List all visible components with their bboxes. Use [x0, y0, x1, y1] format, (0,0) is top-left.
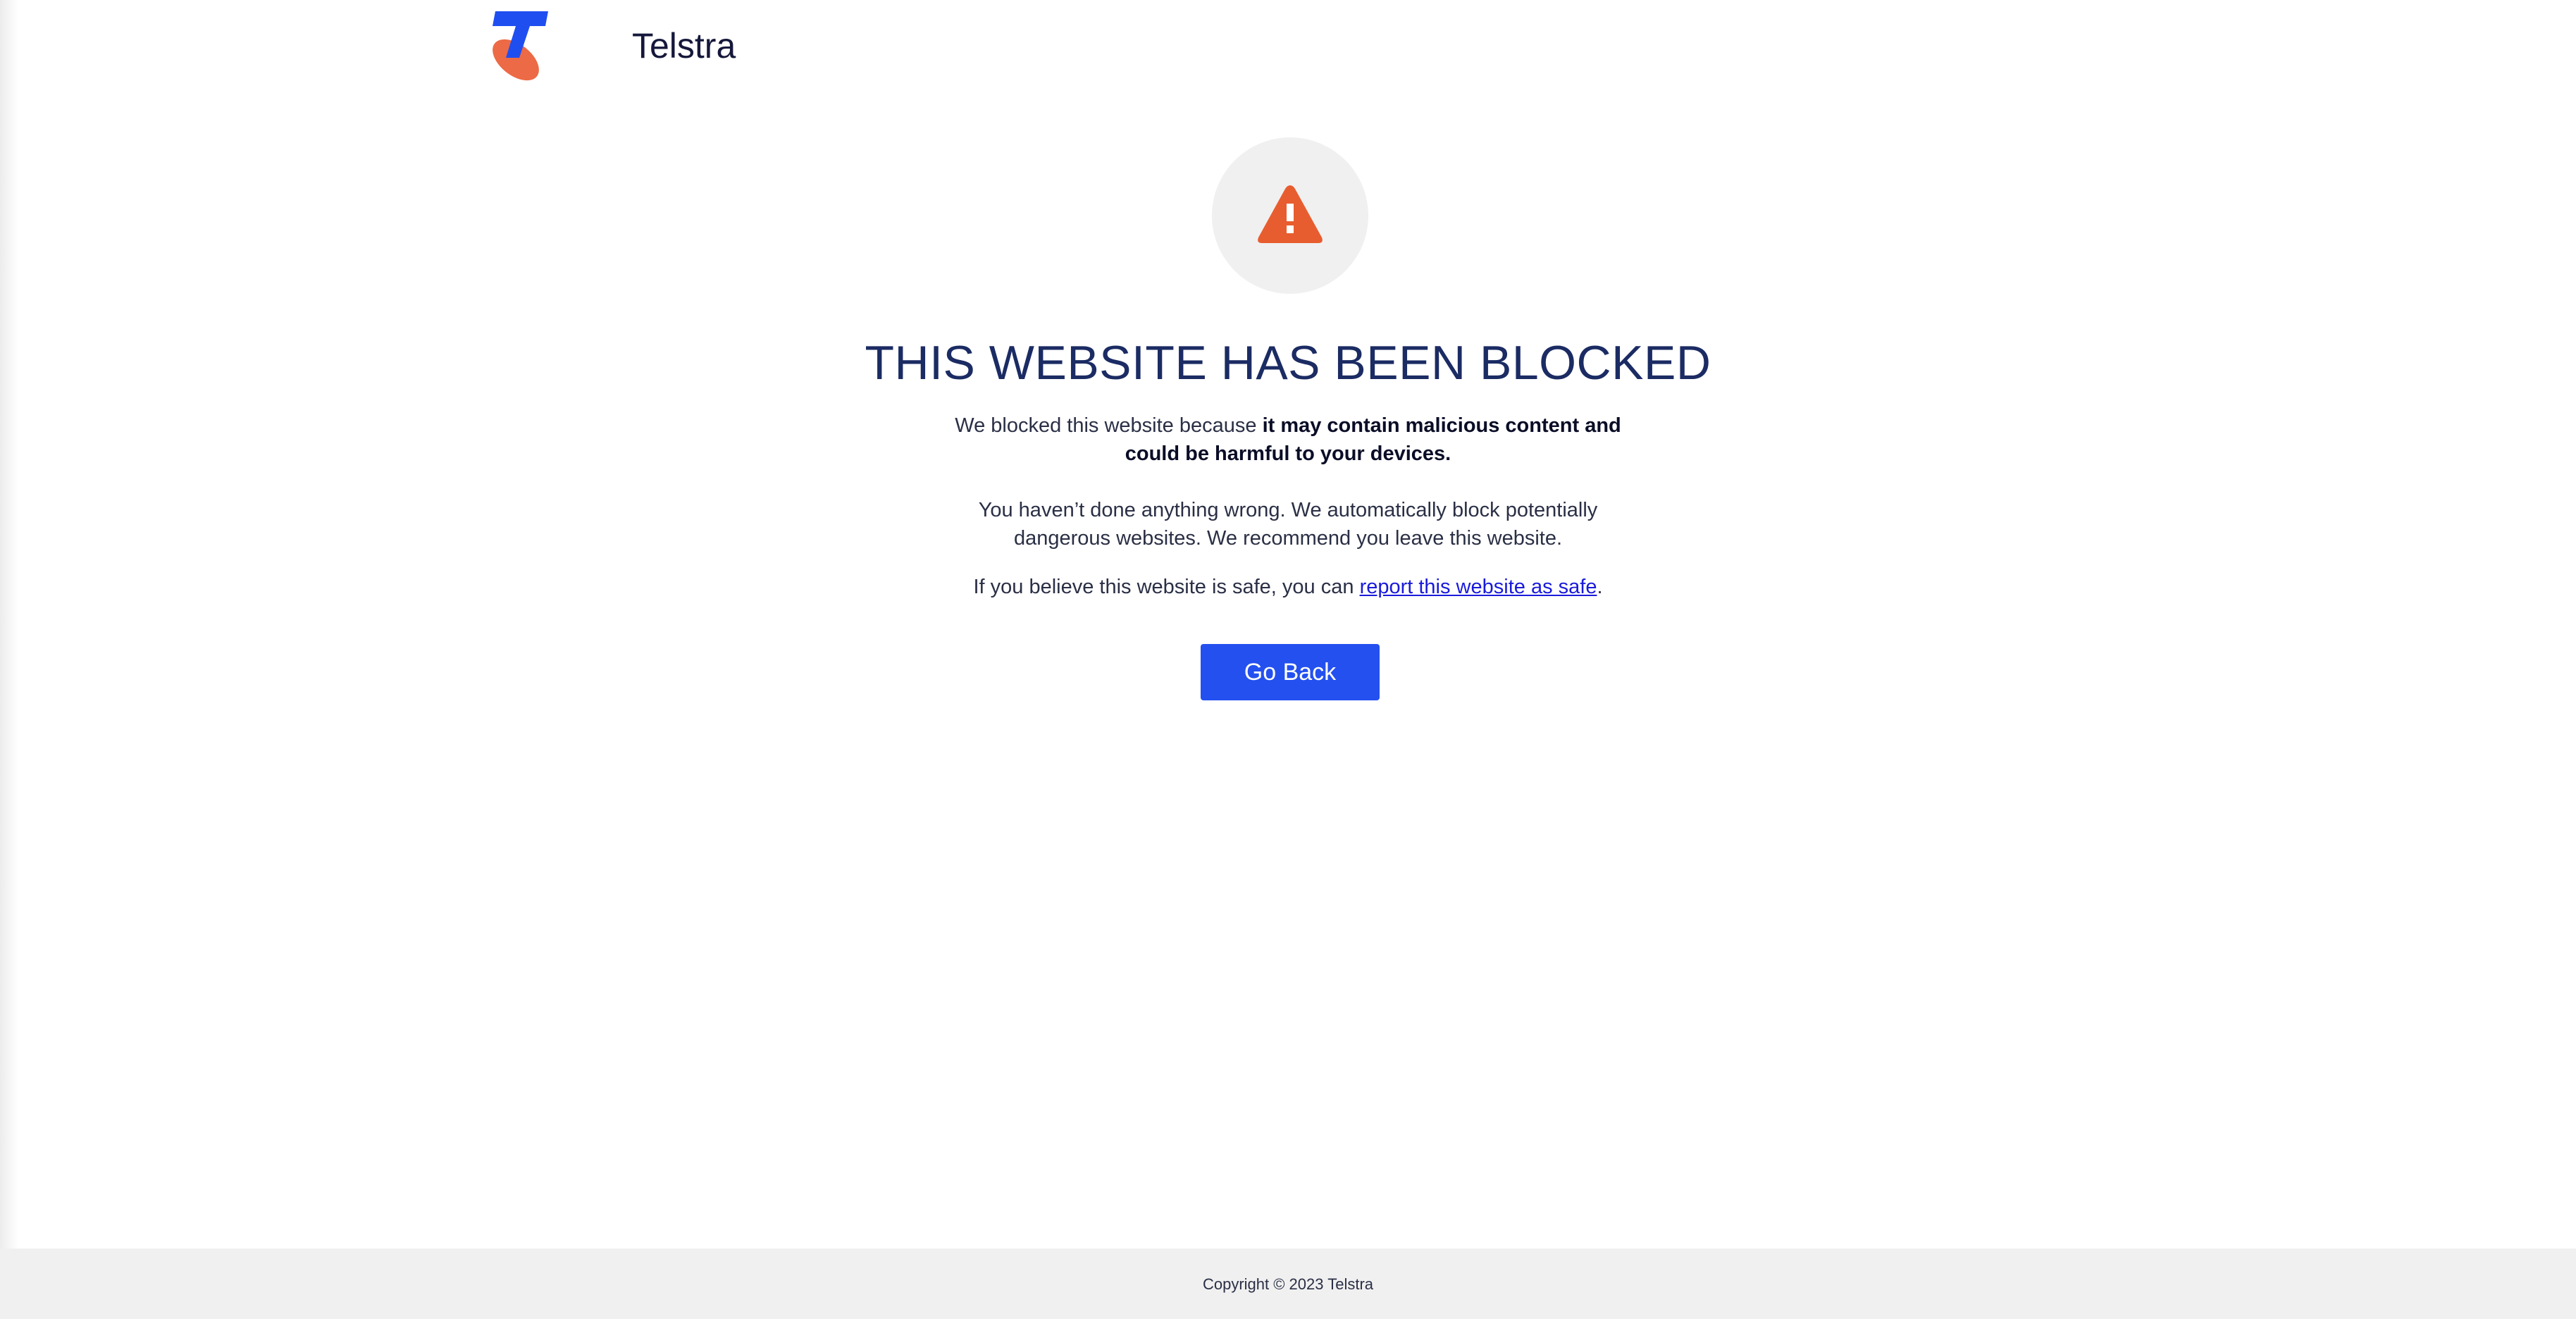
block-reason-prefix: We blocked this website because — [955, 414, 1263, 437]
copyright-text: Copyright © 2023 Telstra — [1202, 1275, 1374, 1293]
header: Telstra — [0, 0, 2576, 92]
brand-name: Telstra — [632, 26, 736, 66]
page-title: THIS WEBSITE HAS BEEN BLOCKED — [865, 336, 1711, 390]
report-prefix: If you believe this website is safe, you… — [973, 576, 1360, 598]
telstra-logo-icon[interactable] — [483, 8, 554, 85]
block-reason-text: We blocked this website because it may c… — [936, 411, 1640, 468]
report-website-link[interactable]: report this website as safe — [1360, 576, 1597, 598]
warning-badge — [1212, 137, 1368, 294]
go-back-button[interactable]: Go Back — [1201, 644, 1380, 700]
reassurance-text: You haven’t done anything wrong. We auto… — [978, 499, 1598, 550]
footer: Copyright © 2023 Telstra — [0, 1249, 2576, 1319]
page-edge-shadow — [0, 0, 18, 1249]
warning-triangle-icon — [1258, 185, 1323, 243]
report-suffix: . — [1597, 576, 1603, 598]
report-text: If you believe this website is safe, you… — [936, 573, 1640, 601]
